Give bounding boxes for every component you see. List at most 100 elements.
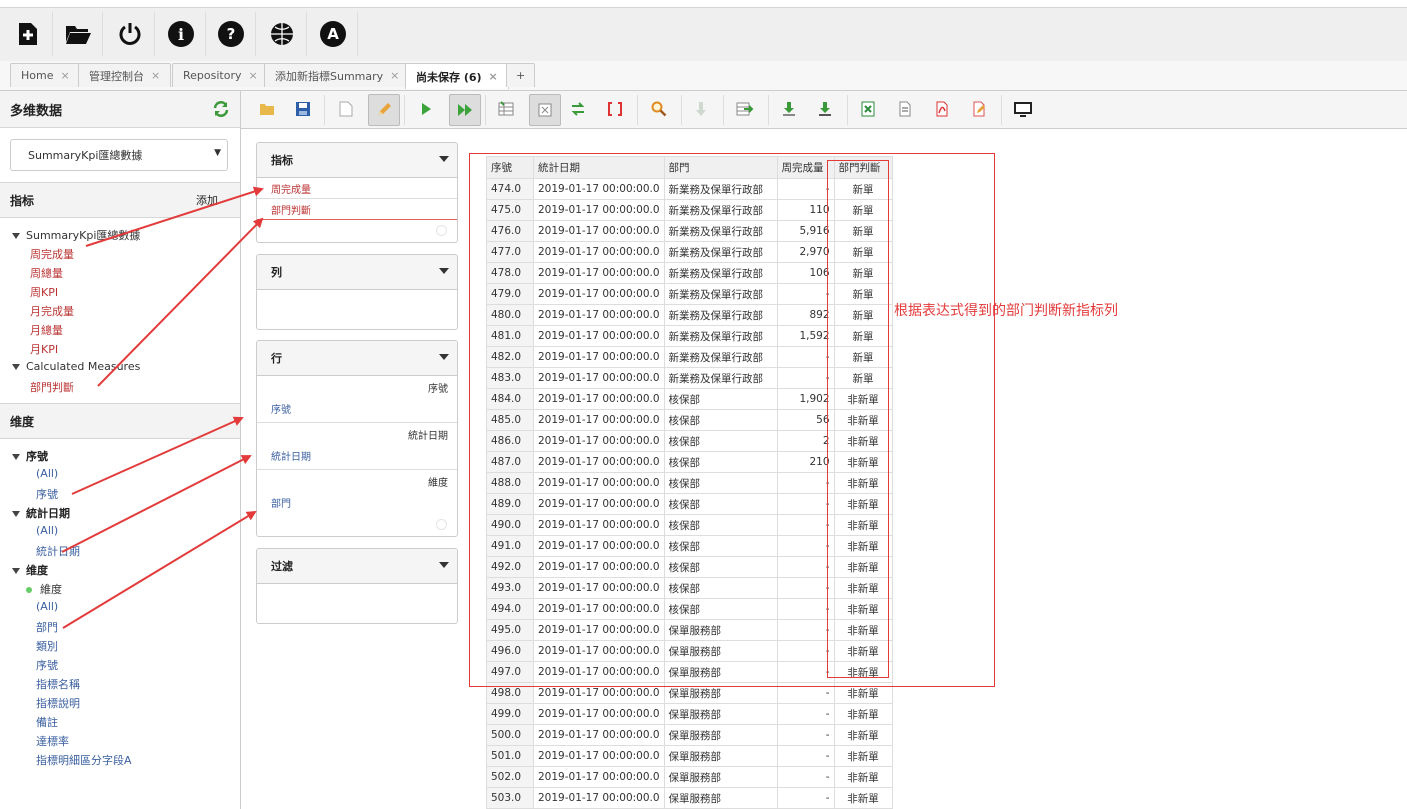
- table-cell[interactable]: 56: [776, 409, 835, 431]
- level-item[interactable]: 類別: [36, 638, 58, 654]
- table-cell[interactable]: 非新單: [833, 745, 893, 767]
- table-cell[interactable]: -: [776, 640, 835, 662]
- tab-admin-console[interactable]: 管理控制台 ×: [78, 63, 172, 87]
- table-cell[interactable]: 新業務及保單行政部: [663, 178, 778, 200]
- row-hierarchy[interactable]: 序號 序號: [257, 376, 457, 423]
- table-cell[interactable]: 2019-01-17 00:00:00.0: [533, 325, 665, 347]
- table-cell[interactable]: 2019-01-17 00:00:00.0: [533, 703, 665, 725]
- table-cell[interactable]: 490.0: [486, 514, 534, 536]
- table-cell[interactable]: -: [776, 703, 835, 725]
- table-cell[interactable]: 485.0: [486, 409, 534, 431]
- collapse-triangle-icon[interactable]: [12, 454, 20, 460]
- table-cell[interactable]: 5,916: [776, 220, 835, 242]
- table-cell[interactable]: 新單: [833, 283, 893, 305]
- table-cell[interactable]: 新單: [833, 304, 893, 326]
- table-cell[interactable]: 2019-01-17 00:00:00.0: [533, 220, 665, 242]
- table-cell[interactable]: 新業務及保單行政部: [663, 304, 778, 326]
- measure-item[interactable]: 月KPI: [30, 341, 58, 357]
- table-cell[interactable]: 非新單: [833, 640, 893, 662]
- measure-item[interactable]: 月完成量: [30, 303, 74, 319]
- table-cell[interactable]: 2019-01-17 00:00:00.0: [533, 535, 665, 557]
- table-cell[interactable]: -: [776, 535, 835, 557]
- table-cell[interactable]: 497.0: [486, 661, 534, 683]
- table-cell[interactable]: 496.0: [486, 640, 534, 662]
- table-cell[interactable]: 2019-01-17 00:00:00.0: [533, 409, 665, 431]
- open-query-button[interactable]: [54, 12, 103, 56]
- hierarchy-item[interactable]: 維度: [26, 581, 62, 597]
- collapse-triangle-icon[interactable]: [12, 568, 20, 574]
- chevron-down-icon[interactable]: [439, 562, 449, 568]
- columns-drop-panel[interactable]: 列: [256, 254, 458, 330]
- collapse-triangle-icon[interactable]: [12, 233, 20, 239]
- table-cell[interactable]: 新單: [833, 262, 893, 284]
- table-cell[interactable]: 2019-01-17 00:00:00.0: [533, 682, 665, 704]
- selected-measure[interactable]: 周完成量: [257, 178, 457, 199]
- table-cell[interactable]: 新業務及保單行政部: [663, 220, 778, 242]
- column-header[interactable]: 周完成量: [776, 156, 835, 179]
- table-cell[interactable]: 2019-01-17 00:00:00.0: [533, 388, 665, 410]
- table-cell[interactable]: 非新單: [833, 430, 893, 452]
- table-cell[interactable]: 210: [776, 451, 835, 473]
- row-hierarchy[interactable]: 維度 部門: [257, 470, 457, 516]
- tab-unsaved[interactable]: 尚未保存 (6) ×: [405, 63, 509, 89]
- dimension-group[interactable]: 维度: [12, 562, 48, 578]
- refresh-icon[interactable]: [212, 100, 230, 118]
- table-cell[interactable]: 新單: [833, 178, 893, 200]
- table-cell[interactable]: 非新單: [833, 451, 893, 473]
- table-cell[interactable]: -: [776, 367, 835, 389]
- auto-run-button[interactable]: [449, 94, 481, 126]
- table-cell[interactable]: 2019-01-17 00:00:00.0: [533, 766, 665, 788]
- table-cell[interactable]: 502.0: [486, 766, 534, 788]
- non-empty-button[interactable]: [529, 94, 561, 126]
- table-cell[interactable]: 2,970: [776, 241, 835, 263]
- collapse-triangle-icon[interactable]: [12, 511, 20, 517]
- table-cell[interactable]: 保單服務部: [663, 661, 778, 683]
- column-header[interactable]: 序號: [486, 156, 534, 179]
- table-cell[interactable]: 非新單: [833, 577, 893, 599]
- table-cell[interactable]: 保單服務部: [663, 619, 778, 641]
- dimension-group[interactable]: 序號: [12, 448, 48, 464]
- dimension-group[interactable]: 統計日期: [12, 505, 70, 521]
- table-cell[interactable]: 491.0: [486, 535, 534, 557]
- measure-item[interactable]: 周KPI: [30, 284, 58, 300]
- table-cell[interactable]: 新業務及保單行政部: [663, 283, 778, 305]
- open-button[interactable]: [255, 97, 279, 121]
- export-csv-button[interactable]: [813, 97, 837, 121]
- table-cell[interactable]: 110: [776, 199, 835, 221]
- table-cell[interactable]: 488.0: [486, 472, 534, 494]
- table-cell[interactable]: -: [776, 724, 835, 746]
- table-cell[interactable]: 503.0: [486, 787, 534, 809]
- table-cell[interactable]: 非新單: [833, 556, 893, 578]
- table-cell[interactable]: 非新單: [833, 787, 893, 809]
- measure-group[interactable]: SummaryKpi匯總數據: [12, 227, 140, 243]
- chevron-down-icon[interactable]: [439, 156, 449, 162]
- table-cell[interactable]: 1,902: [776, 388, 835, 410]
- table-cell[interactable]: 新業務及保單行政部: [663, 199, 778, 221]
- table-cell[interactable]: 新單: [833, 241, 893, 263]
- level-item[interactable]: 指標名稱: [36, 676, 80, 692]
- table-cell[interactable]: 2: [776, 430, 835, 452]
- table-cell[interactable]: -: [776, 514, 835, 536]
- table-cell[interactable]: 非新單: [833, 682, 893, 704]
- table-cell[interactable]: -: [776, 787, 835, 809]
- rows-drop-panel[interactable]: 行 序號 序號 統計日期 統計日期 維度 部門: [256, 340, 458, 537]
- level-item[interactable]: (All): [36, 600, 58, 613]
- tab-home[interactable]: Home ×: [10, 63, 81, 87]
- table-cell[interactable]: 2019-01-17 00:00:00.0: [533, 556, 665, 578]
- column-header[interactable]: 統計日期: [533, 156, 665, 179]
- about-button[interactable]: i: [157, 12, 206, 56]
- level-item[interactable]: 備註: [36, 714, 58, 730]
- table-cell[interactable]: 新業務及保單行政部: [663, 346, 778, 368]
- table-cell[interactable]: 482.0: [486, 346, 534, 368]
- table-cell[interactable]: 核保部: [663, 472, 778, 494]
- table-cell[interactable]: 480.0: [486, 304, 534, 326]
- close-icon[interactable]: ×: [151, 69, 160, 82]
- row-level[interactable]: 序號: [271, 401, 291, 416]
- new-query-button[interactable]: [4, 12, 53, 56]
- table-cell[interactable]: 2019-01-17 00:00:00.0: [533, 787, 665, 809]
- selected-measure[interactable]: 部門判斷: [257, 199, 457, 220]
- table-cell[interactable]: 非新單: [833, 409, 893, 431]
- table-cell[interactable]: 477.0: [486, 241, 534, 263]
- table-cell[interactable]: 非新單: [833, 388, 893, 410]
- table-cell[interactable]: 非新單: [833, 535, 893, 557]
